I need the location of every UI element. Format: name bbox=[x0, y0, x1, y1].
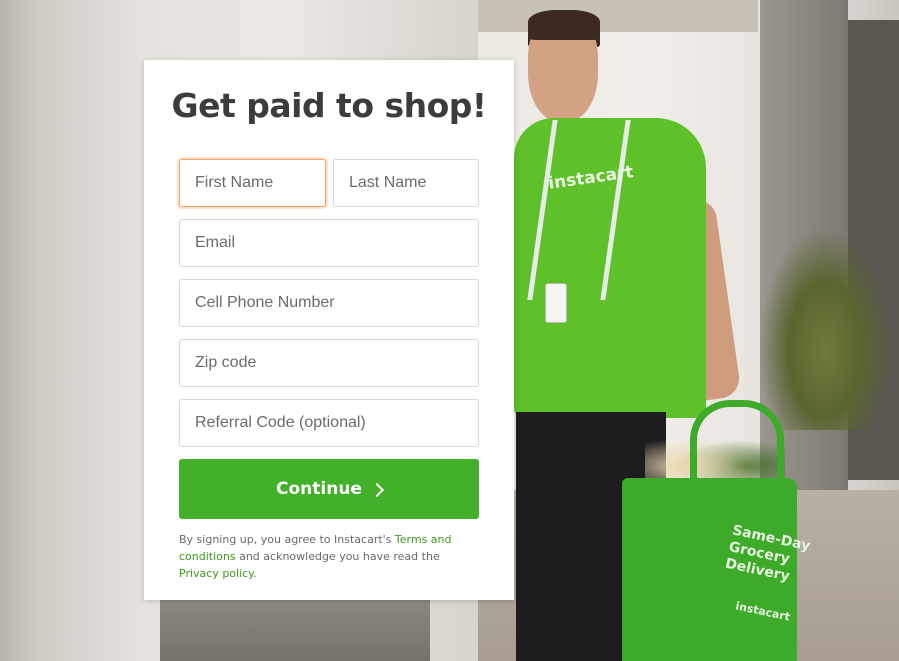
phone-field[interactable] bbox=[179, 279, 479, 327]
email-field[interactable] bbox=[179, 219, 479, 267]
legal-suffix: . bbox=[253, 567, 257, 580]
continue-button[interactable]: Continue bbox=[179, 459, 479, 519]
continue-label: Continue bbox=[276, 479, 362, 499]
last-name-field[interactable] bbox=[333, 159, 479, 207]
background-ceiling bbox=[478, 0, 758, 32]
signup-card: Get paid to shop! Continue By signing up… bbox=[144, 60, 514, 600]
privacy-policy-link[interactable]: Privacy policy bbox=[179, 567, 253, 580]
page-title: Get paid to shop! bbox=[171, 86, 487, 125]
chevron-right-icon bbox=[369, 482, 385, 497]
zip-code-field[interactable] bbox=[179, 339, 479, 387]
legal-prefix: By signing up, you agree to Instacart's bbox=[179, 533, 395, 546]
background-planter bbox=[160, 600, 430, 661]
first-name-field[interactable] bbox=[179, 159, 326, 207]
legal-middle: and acknowledge you have read the bbox=[235, 550, 440, 563]
shopper-hair-top bbox=[528, 10, 600, 40]
id-badge bbox=[545, 283, 567, 323]
legal-disclaimer: By signing up, you agree to Instacart's … bbox=[179, 531, 479, 582]
signup-page: instacart Same-Day Grocery Delivery inst… bbox=[0, 0, 899, 661]
background-plant bbox=[760, 230, 890, 430]
referral-code-field[interactable] bbox=[179, 399, 479, 447]
